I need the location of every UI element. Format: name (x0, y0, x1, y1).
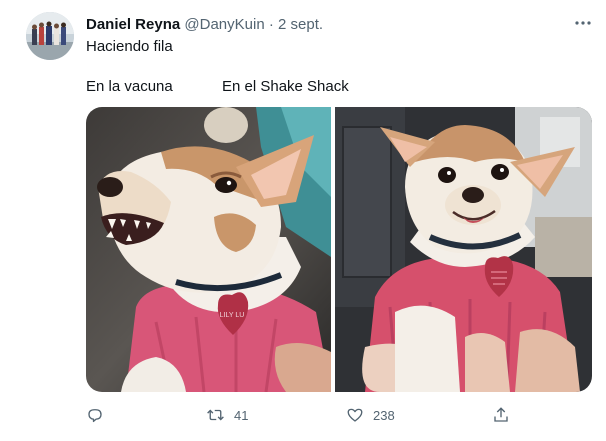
tweet-actions: 41 238 (0, 403, 606, 429)
reply-icon (88, 409, 102, 423)
tag-text: LILY LU (220, 312, 245, 319)
tweet-date[interactable]: 2 sept. (278, 16, 323, 33)
separator: · (268, 16, 274, 33)
happy-dog-image (335, 107, 592, 392)
avatar-image (26, 12, 74, 60)
share-button[interactable] (492, 403, 510, 427)
tweet-header: Daniel Reyna @DanyKuin · 2 sept. (86, 15, 323, 35)
retweet-button[interactable]: 41 (206, 403, 248, 427)
caption-right: En el Shake Shack (222, 78, 349, 95)
tweet-media[interactable]: LILY LU (86, 107, 592, 392)
more-icon (575, 21, 591, 25)
author-name[interactable]: Daniel Reyna (86, 16, 180, 33)
tweet-card[interactable]: Daniel Reyna @DanyKuin · 2 sept. Haciend… (0, 0, 606, 441)
like-count: 238 (373, 407, 395, 423)
avatar[interactable] (26, 12, 74, 60)
retweet-count: 41 (234, 407, 249, 423)
angry-dog-image: LILY LU (86, 107, 331, 392)
tweet-text: Haciendo fila (86, 38, 173, 55)
caption-left: En la vacuna (86, 78, 173, 95)
reply-button[interactable] (86, 403, 104, 427)
retweet-icon (207, 409, 224, 421)
like-button[interactable]: 238 (346, 403, 395, 427)
heart-icon (347, 408, 363, 422)
author-handle[interactable]: @DanyKuin (184, 16, 264, 33)
share-icon (494, 407, 508, 422)
photo-angry-dog[interactable]: LILY LU (86, 107, 331, 392)
more-options-button[interactable] (572, 14, 594, 32)
photo-happy-dog[interactable] (335, 107, 592, 392)
